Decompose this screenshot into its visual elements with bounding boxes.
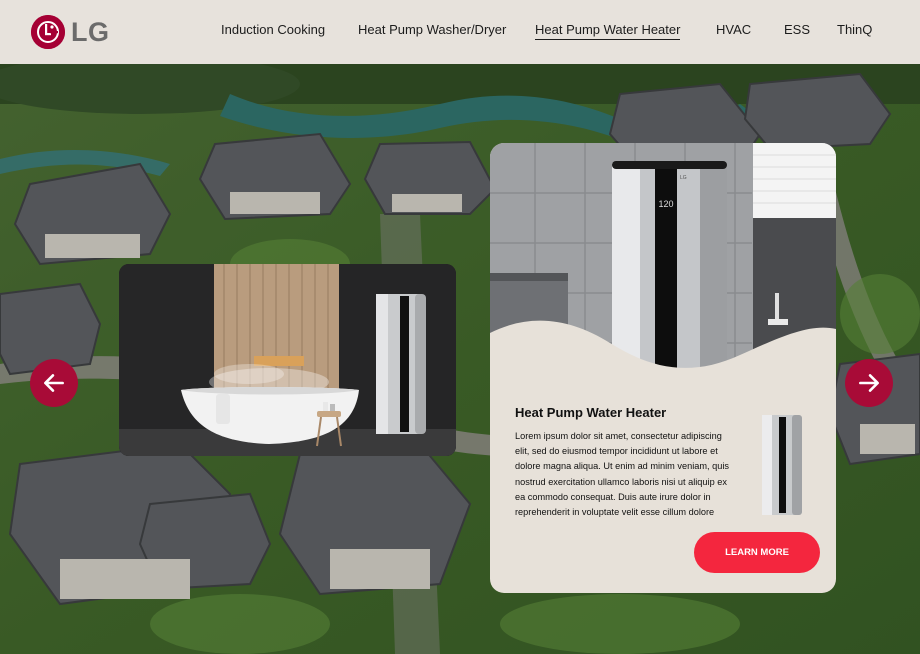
- carousel-prev-button[interactable]: [30, 359, 78, 407]
- product-card: 120 LG Heat Pump Water Heater Lorem ipsu…: [490, 143, 836, 593]
- heater-display-text: 120: [658, 199, 673, 209]
- product-title: Heat Pump Water Heater: [515, 405, 667, 420]
- bathroom-scene-image: [119, 264, 456, 456]
- learn-more-button[interactable]: LEARN MORE: [694, 532, 820, 573]
- nav-heat-pump-water-heater[interactable]: Heat Pump Water Heater: [535, 22, 681, 40]
- logo-text: LG: [71, 16, 110, 47]
- water-heater-photo: 120 LG: [490, 143, 836, 383]
- nav-thinq[interactable]: ThinQ: [837, 22, 872, 37]
- site-header: LG Induction Cooking Heat Pump Washer/Dr…: [0, 0, 920, 64]
- carousel-next-button[interactable]: [845, 359, 893, 407]
- svg-text:LG: LG: [680, 175, 687, 181]
- product-description: Lorem ipsum dolor sit amet, consectetur …: [515, 431, 729, 518]
- arrow-left-icon: [44, 374, 64, 392]
- nav-induction-cooking[interactable]: Induction Cooking: [221, 22, 325, 37]
- bathroom-scene-card[interactable]: [119, 264, 456, 456]
- water-heater-thumbnail: [762, 415, 802, 515]
- nav-ess[interactable]: ESS: [784, 22, 810, 37]
- nav-heat-pump-washer-dryer[interactable]: Heat Pump Washer/Dryer: [358, 22, 506, 37]
- arrow-right-icon: [859, 374, 879, 392]
- lg-logo-mark: [31, 15, 65, 49]
- lg-logo[interactable]: LG: [31, 14, 110, 50]
- nav-hvac[interactable]: HVAC: [716, 22, 751, 37]
